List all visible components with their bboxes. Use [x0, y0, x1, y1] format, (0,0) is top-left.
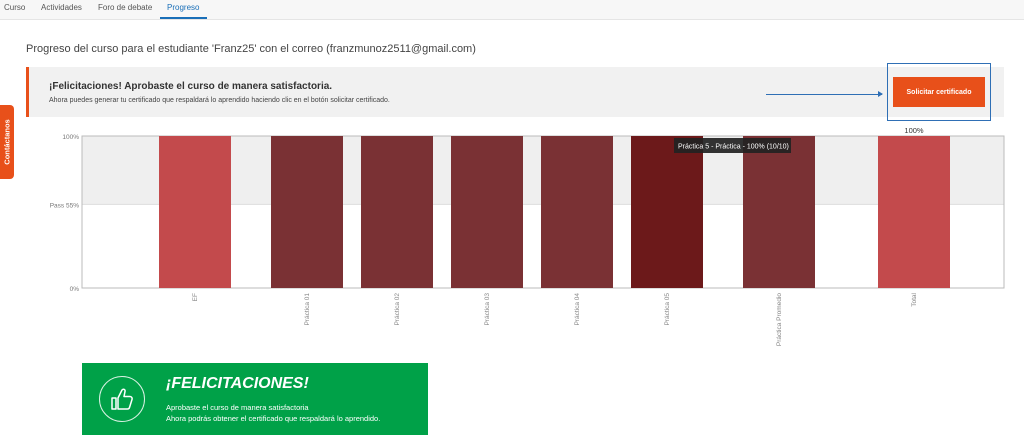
active-tab-indicator [160, 17, 207, 19]
x-tick-label: Práctica 03 [484, 293, 491, 326]
x-tick-label: Práctica 01 [304, 293, 311, 326]
tab-curso[interactable]: Curso [4, 3, 25, 12]
tab-actividades[interactable]: Actividades [41, 3, 82, 12]
bar-2 [361, 136, 433, 288]
y-tick-label: 100% [62, 134, 79, 141]
alert-subtitle: Ahora puedes generar tu certificado que … [49, 97, 390, 104]
banner-title: ¡FELICITACIONES! [166, 375, 309, 392]
bar-5 [631, 136, 703, 288]
bar-7 [878, 136, 950, 288]
x-tick-label: Práctica 05 [664, 293, 671, 326]
congrats-alert: ¡Felicitaciones! Aprobaste el curso de m… [26, 67, 1004, 117]
congrats-banner: ¡FELICITACIONES! Aprobaste el curso de m… [82, 363, 428, 435]
bar-1 [271, 136, 343, 288]
page-title: Progreso del curso para el estudiante 'F… [26, 43, 476, 55]
x-tick-label: Total [911, 292, 918, 306]
bar-0 [159, 136, 231, 288]
x-tick-label: EF [192, 293, 199, 301]
thumbs-up-icon [99, 376, 145, 422]
x-tick-label: Práctica 02 [394, 293, 401, 326]
tab-foro-de-debate[interactable]: Foro de debate [98, 3, 152, 12]
banner-line-1: Aprobaste el curso de manera satisfactor… [166, 403, 309, 412]
progress-chart: 0% Pass 55% 100% EF Práctica 01 Práctica 02 Pr… [50, 126, 1005, 346]
y-tick-label: 0% [70, 286, 80, 293]
tooltip-text: Práctica 5 - Práctica - 100% (10/10) [678, 144, 789, 151]
alert-title: ¡Felicitaciones! Aprobaste el curso de m… [49, 81, 333, 92]
y-tick-label: Pass 55% [50, 202, 79, 209]
bar-4 [541, 136, 613, 288]
total-value-label: 100% [904, 126, 924, 135]
x-tick-label: Práctica 04 [574, 293, 581, 326]
bar-6 [743, 136, 815, 288]
request-certificate-button[interactable]: Solicitar certificado [893, 77, 985, 107]
x-tick-label: Práctica Promedio [776, 293, 783, 346]
tab-progreso[interactable]: Progreso [167, 3, 199, 12]
arrow-annotation [766, 91, 883, 97]
bar-3 [451, 136, 523, 288]
banner-line-2: Ahora podrás obtener el certificado que … [166, 414, 381, 423]
course-tabs: Curso Actividades Foro de debate Progres… [0, 0, 1024, 20]
